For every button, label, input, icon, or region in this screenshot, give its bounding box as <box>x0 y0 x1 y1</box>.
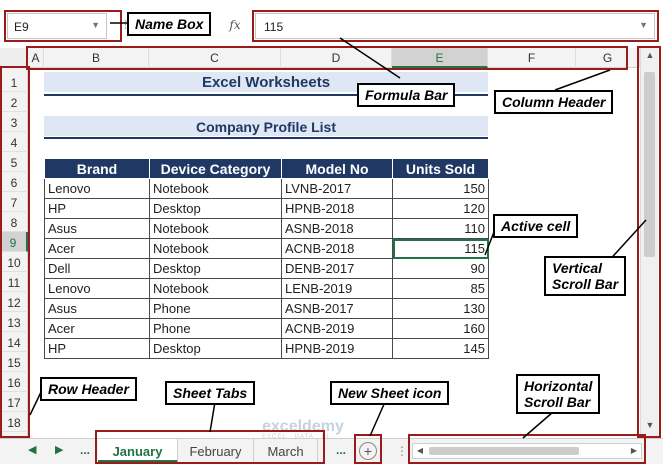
table-cell[interactable]: 150 <box>392 178 489 199</box>
formula-bar-highlight <box>252 10 659 42</box>
horizontal-scroll-highlight <box>408 434 646 464</box>
table-cell[interactable]: ACNB-2018 <box>281 238 393 259</box>
table-cell[interactable]: Desktop <box>149 198 282 219</box>
annotation-active-cell: Active cell <box>493 214 579 238</box>
table-row: Asus Phone ASNB-2017 130 <box>44 298 489 319</box>
table-cell[interactable]: Lenovo <box>44 278 150 299</box>
table-cell[interactable]: ACNB-2019 <box>281 318 393 339</box>
sheet-tabs-highlight <box>95 430 325 464</box>
table-cell[interactable]: Asus <box>44 218 150 239</box>
table-cell[interactable]: Notebook <box>149 278 282 299</box>
table-row: HP Desktop HPNB-2018 120 <box>44 198 489 219</box>
table-row: Lenovo Notebook LVNB-2017 150 <box>44 178 489 199</box>
table-cell[interactable]: Phone <box>149 318 282 339</box>
tab-overflow-left[interactable]: ... <box>80 443 90 457</box>
table-cell[interactable]: 130 <box>392 298 489 319</box>
active-cell[interactable]: 115 <box>392 238 489 259</box>
annotation-horizontal-scroll-bar: Horizontal Scroll Bar <box>516 374 601 414</box>
annotation-vertical-scroll-bar: Vertical Scroll Bar <box>544 256 627 296</box>
split-handle[interactable]: ⋮ <box>396 444 408 458</box>
table-cell[interactable]: Dell <box>44 258 150 279</box>
table-cell[interactable]: 120 <box>392 198 489 219</box>
table-row: Acer Phone ACNB-2019 160 <box>44 318 489 339</box>
annotation-sheet-tabs: Sheet Tabs <box>165 381 256 405</box>
select-all-corner[interactable] <box>0 48 28 68</box>
table-cell[interactable]: 85 <box>392 278 489 299</box>
annotation-new-sheet-icon: New Sheet icon <box>330 381 450 405</box>
table-row: Lenovo Notebook LENB-2019 85 <box>44 278 489 299</box>
table-cell[interactable]: 90 <box>392 258 489 279</box>
data-table: Brand Device Category Model No Units Sol… <box>44 158 489 359</box>
table-cell[interactable]: LVNB-2017 <box>281 178 393 199</box>
table-cell[interactable]: HP <box>44 198 150 219</box>
subtitle-underline <box>44 137 488 139</box>
name-box-highlight <box>4 10 122 42</box>
table-cell[interactable]: 110 <box>392 218 489 239</box>
table-cell[interactable]: ASNB-2017 <box>281 298 393 319</box>
table-row: Asus Notebook ASNB-2018 110 <box>44 218 489 239</box>
column-header-highlight <box>26 46 628 70</box>
annotation-column-header: Column Header <box>494 90 614 114</box>
table-header-row: Brand Device Category Model No Units Sol… <box>44 158 489 179</box>
table-cell[interactable]: 145 <box>392 338 489 359</box>
table-header-cell[interactable]: Units Sold <box>392 158 489 179</box>
annotation-formula-bar: Formula Bar <box>357 83 456 107</box>
table-cell[interactable]: Acer <box>44 318 150 339</box>
chevron-left-icon[interactable]: ◀ <box>28 443 36 456</box>
annotation-name-box: Name Box <box>127 12 212 36</box>
table-cell[interactable]: HP <box>44 338 150 359</box>
table-cell[interactable]: Desktop <box>149 338 282 359</box>
table-header-cell[interactable]: Brand <box>44 158 150 179</box>
table-cell[interactable]: Phone <box>149 298 282 319</box>
table-row: Acer Notebook ACNB-2018 115 <box>44 238 489 259</box>
table-cell[interactable]: HPNB-2019 <box>281 338 393 359</box>
table-cell[interactable]: LENB-2019 <box>281 278 393 299</box>
function-icon[interactable]: fx <box>218 13 252 39</box>
table-cell[interactable]: Notebook <box>149 238 282 259</box>
table-cell[interactable]: Notebook <box>149 218 282 239</box>
table-cell[interactable]: ASNB-2018 <box>281 218 393 239</box>
chevron-right-icon[interactable]: ▶ <box>55 443 63 456</box>
table-cell[interactable]: Asus <box>44 298 150 319</box>
table-cell[interactable]: Desktop <box>149 258 282 279</box>
sheet-subtitle[interactable]: Company Profile List <box>44 116 488 136</box>
vertical-scroll-highlight <box>637 46 661 438</box>
table-row: Dell Desktop DENB-2017 90 <box>44 258 489 279</box>
table-cell[interactable]: Acer <box>44 238 150 259</box>
table-cell[interactable]: Lenovo <box>44 178 150 199</box>
table-cell[interactable]: 160 <box>392 318 489 339</box>
table-cell[interactable]: HPNB-2018 <box>281 198 393 219</box>
table-cell[interactable]: DENB-2017 <box>281 258 393 279</box>
table-header-cell[interactable]: Device Category <box>149 158 282 179</box>
new-sheet-highlight <box>354 434 382 464</box>
table-row: HP Desktop HPNB-2019 145 <box>44 338 489 359</box>
table-header-cell[interactable]: Model No <box>281 158 393 179</box>
annotation-row-header: Row Header <box>40 377 137 401</box>
row-header-highlight <box>0 66 30 438</box>
tab-overflow-right[interactable]: ... <box>336 443 346 457</box>
table-cell[interactable]: Notebook <box>149 178 282 199</box>
